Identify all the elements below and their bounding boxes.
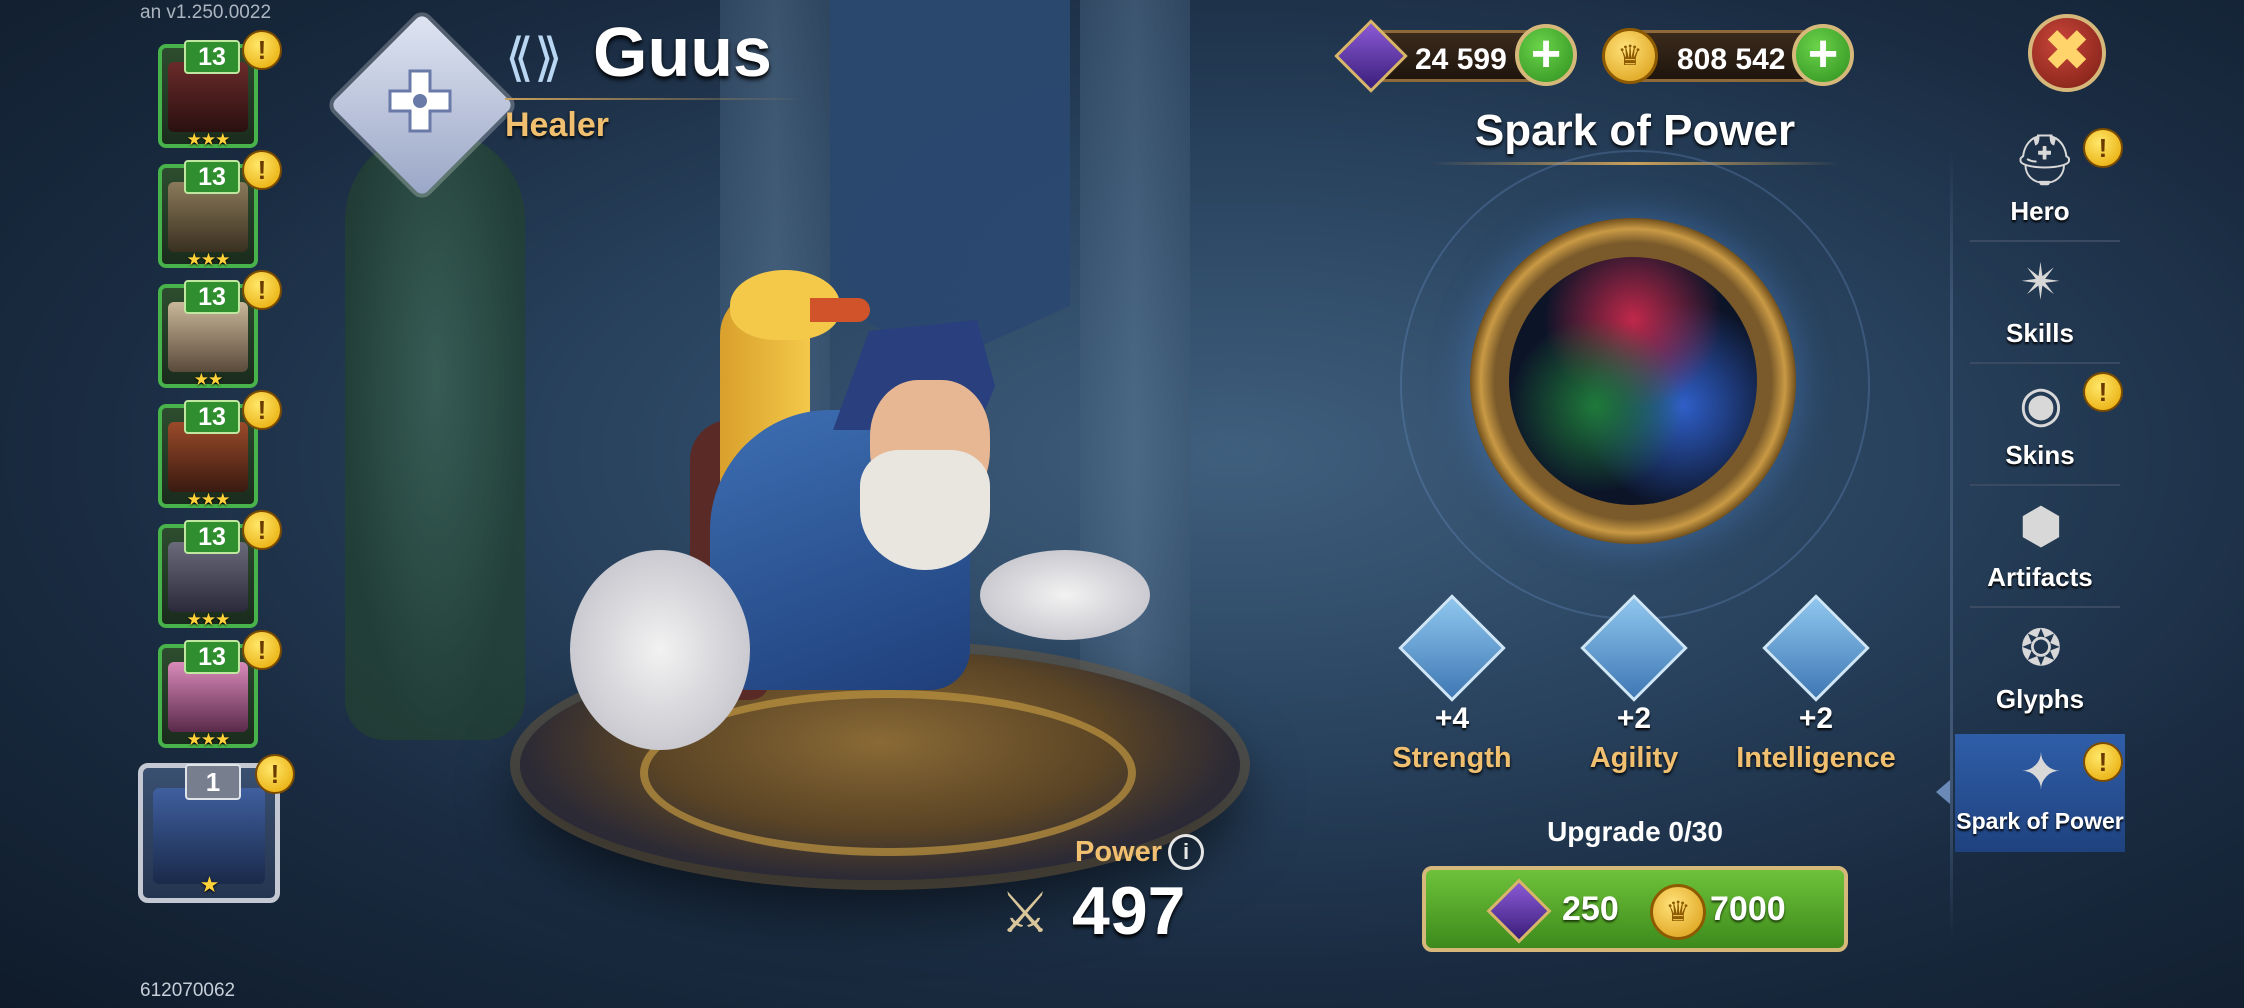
nav-separator xyxy=(1970,606,2120,608)
alert-icon: ! xyxy=(242,630,282,670)
white-goose-right xyxy=(980,550,1150,640)
nav-separator xyxy=(1970,362,2120,364)
nav-skins[interactable]: ◉ Skins ! xyxy=(1955,366,2125,484)
stat-value: +2 xyxy=(1798,702,1834,735)
power-value: 497 xyxy=(1072,873,1186,949)
alert-icon: ! xyxy=(242,150,282,190)
stat-name: Strength xyxy=(1392,742,1512,774)
info-icon[interactable]: i xyxy=(1168,834,1204,870)
healer-cross-icon xyxy=(388,69,452,133)
wings-icon: ⟪⟫ xyxy=(505,29,563,87)
helmet-icon: ⛑ xyxy=(2013,132,2077,188)
roster-hero-selected[interactable]: 1 ★ ! xyxy=(138,754,295,903)
hero-stars: ★★★ xyxy=(186,610,231,629)
roster-hero-1[interactable]: 13 ★★★ ! xyxy=(158,30,282,149)
spark-icon: ✦ xyxy=(2020,744,2062,800)
spark-orb xyxy=(1509,257,1757,505)
nav-glyphs[interactable]: ❂ Glyphs xyxy=(1955,610,2125,728)
hero-name: Guus xyxy=(593,13,772,91)
hero-level-badge: 13 xyxy=(184,40,240,74)
alert-icon: ! xyxy=(242,390,282,430)
roster-hero-4[interactable]: 13 ★★★ ! xyxy=(158,390,282,509)
name-divider xyxy=(505,98,805,100)
alert-icon: ! xyxy=(242,270,282,310)
nav-separator xyxy=(1970,484,2120,486)
hero-portrait-art xyxy=(560,270,1180,770)
gold-amount: 808 542 xyxy=(1677,43,1786,76)
upgrade-cost-gold: 7000 xyxy=(1710,890,1786,928)
add-gold-button[interactable]: + xyxy=(1792,24,1854,86)
hero-stars: ★★★ xyxy=(186,130,231,149)
roster-hero-2[interactable]: 13 ★★★ ! xyxy=(158,150,282,269)
emerald-amount: 24 599 xyxy=(1415,43,1507,76)
hero-level-badge: 13 xyxy=(184,160,240,194)
stat-name: Intelligence xyxy=(1736,742,1896,774)
gold-coin-icon: ♛ xyxy=(1650,884,1706,940)
hero-stars: ★★★ xyxy=(186,250,231,269)
player-id-label: 612070062 xyxy=(140,980,236,1001)
stat-name: Agility xyxy=(1589,742,1679,774)
nav-label: Skins xyxy=(2005,440,2075,470)
roster-hero-6[interactable]: 13 ★★★ ! xyxy=(158,630,282,749)
nav-skills[interactable]: ✴ Skills xyxy=(1955,244,2125,362)
alert-icon: ! xyxy=(2083,742,2123,782)
glyph-icon: ❂ xyxy=(2020,620,2062,676)
active-nav-arrow-icon xyxy=(1936,780,1950,804)
intelligence-hat-icon xyxy=(1762,594,1870,702)
stat-value: +4 xyxy=(1434,702,1470,735)
hero-level-badge: 13 xyxy=(184,640,240,674)
alert-icon: ! xyxy=(255,754,295,794)
roster-hero-3[interactable]: 13 ★★ ! xyxy=(158,270,282,389)
eye-icon: ◉ xyxy=(2019,376,2063,432)
goose-beak xyxy=(810,298,870,322)
nav-label: Artifacts xyxy=(1987,562,2093,592)
skills-icon: ✴ xyxy=(2020,254,2062,310)
nav-separator xyxy=(1970,240,2120,242)
hero-class: Healer xyxy=(505,106,609,144)
hero-avatar xyxy=(153,788,265,884)
alert-icon: ! xyxy=(2083,128,2123,168)
add-emeralds-button[interactable]: + xyxy=(1515,24,1577,86)
hero-stars: ★★★ xyxy=(186,730,231,749)
upgrade-button[interactable]: 250 ♛ 7000 xyxy=(1422,866,1848,952)
alert-icon: ! xyxy=(242,30,282,70)
power-label: Power xyxy=(1075,836,1163,868)
roster-hero-5[interactable]: 13 ★★★ ! xyxy=(158,510,282,629)
hero-stars: ★ xyxy=(199,872,220,897)
strength-fist-icon xyxy=(1398,594,1506,702)
hero-level-badge: 1 xyxy=(185,764,241,800)
close-button[interactable]: ✖ xyxy=(2028,14,2106,92)
nav-spark-of-power[interactable]: ✦ Spark of Power ! xyxy=(1955,734,2125,852)
nav-label: Skills xyxy=(2006,318,2074,348)
upgrade-progress: Upgrade 0/30 xyxy=(1547,816,1723,847)
artifact-icon: ⬢ xyxy=(2019,498,2063,554)
upgrade-cost-emeralds: 250 xyxy=(1562,890,1619,928)
hero-level-badge: 13 xyxy=(184,400,240,434)
crossed-swords-icon: ⚔ xyxy=(1000,881,1051,944)
hero-stars: ★★★ xyxy=(186,490,231,509)
hero-level-badge: 13 xyxy=(184,520,240,554)
nav-label: Spark of Power xyxy=(1956,808,2124,834)
alert-icon: ! xyxy=(242,510,282,550)
version-label: an v1.250.0022 xyxy=(140,2,272,23)
emerald-icon xyxy=(1486,878,1552,944)
panel-title: Spark of Power xyxy=(1474,106,1796,155)
hero-beard xyxy=(860,450,990,570)
white-goose-left xyxy=(570,550,750,750)
hero-level-badge: 13 xyxy=(184,280,240,314)
nav-artifacts[interactable]: ⬢ Artifacts xyxy=(1955,488,2125,606)
alert-icon: ! xyxy=(2083,372,2123,412)
nav-hero[interactable]: ⛑ Hero ! xyxy=(1955,122,2125,240)
hero-stars: ★★ xyxy=(193,370,223,389)
stat-value: +2 xyxy=(1616,702,1652,735)
nav-divider xyxy=(1950,150,1953,940)
nav-label: Hero xyxy=(2010,196,2070,226)
background-tree xyxy=(345,130,525,740)
gold-coin-icon: ♛ xyxy=(1602,28,1658,84)
nav-label: Glyphs xyxy=(1995,684,2085,714)
